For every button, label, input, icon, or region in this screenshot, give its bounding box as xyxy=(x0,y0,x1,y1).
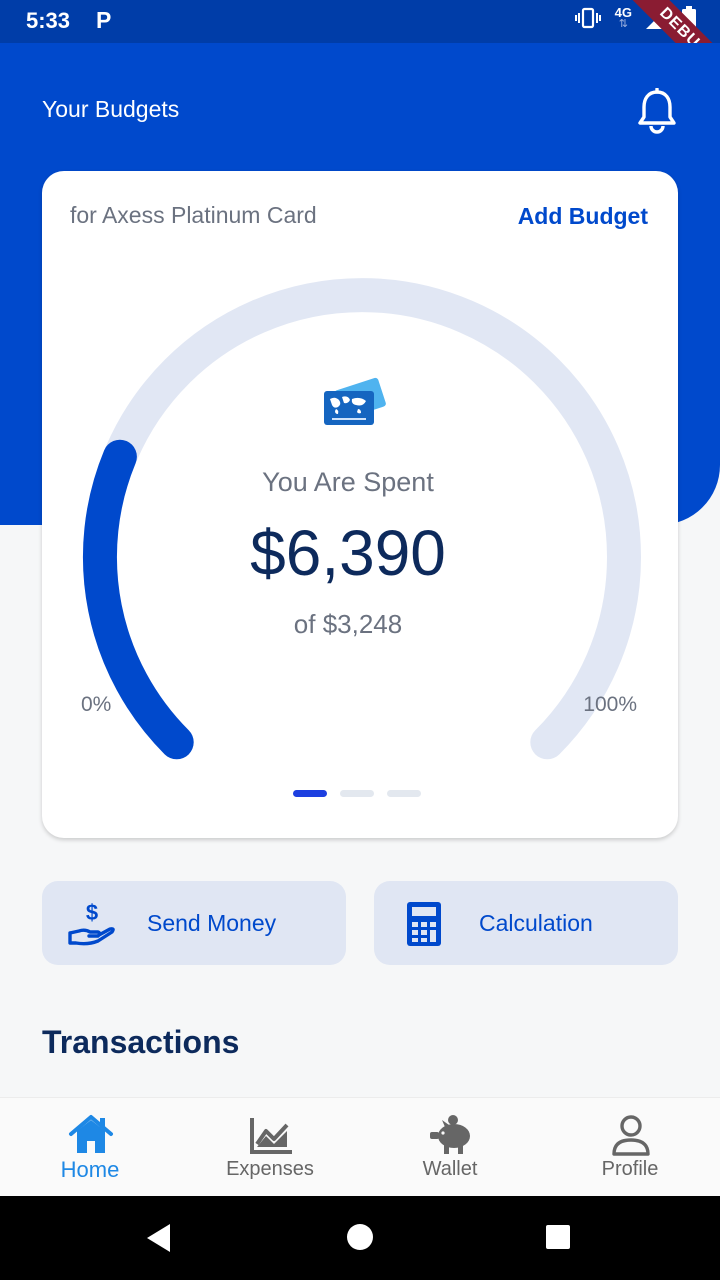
status-time: 5:33 xyxy=(26,8,71,33)
recents-icon[interactable] xyxy=(545,1224,571,1250)
nav-label-home: Home xyxy=(60,1157,120,1182)
nav-item-expenses[interactable]: Expenses xyxy=(180,1098,360,1197)
notification-bell-icon[interactable] xyxy=(636,88,678,134)
svg-text:$: $ xyxy=(86,901,98,925)
piggy-bank-icon xyxy=(430,1115,470,1154)
bottom-navigation: Home Expenses Wallet Profile xyxy=(0,1097,720,1196)
calculation-label: Calculation xyxy=(479,910,593,936)
budget-gauge xyxy=(82,278,641,760)
nav-label-profile: Profile xyxy=(601,1158,659,1180)
spent-amount: $6,390 xyxy=(250,517,446,589)
gauge-max-label: 100% xyxy=(583,693,637,716)
nav-label-wallet: Wallet xyxy=(422,1158,478,1180)
page-dot[interactable] xyxy=(387,790,421,797)
back-icon[interactable] xyxy=(146,1223,172,1253)
person-icon xyxy=(612,1115,650,1156)
gauge-min-label: 0% xyxy=(81,693,112,716)
calculation-button[interactable]: Calculation xyxy=(374,881,678,965)
system-navigation-bar xyxy=(0,1196,720,1280)
chart-icon xyxy=(250,1118,292,1154)
budget-total: of $3,248 xyxy=(293,609,403,639)
vibrate-icon xyxy=(574,7,601,29)
spent-label: You Are Spent xyxy=(262,467,434,497)
hand-dollar-icon: $ xyxy=(68,901,115,946)
nav-item-wallet[interactable]: Wallet xyxy=(360,1098,540,1197)
calculator-icon xyxy=(407,902,441,946)
nav-item-profile[interactable]: Profile xyxy=(540,1098,720,1197)
send-money-button[interactable]: $ Send Money xyxy=(42,881,346,965)
data-arrows-icon: ⇅ xyxy=(618,18,628,30)
page-indicator xyxy=(293,790,421,797)
home-icon xyxy=(69,1115,113,1153)
send-money-label: Send Money xyxy=(147,910,277,936)
home-circle-icon[interactable] xyxy=(346,1223,374,1251)
gauge-progress xyxy=(82,439,194,760)
transactions-heading: Transactions xyxy=(42,1024,240,1060)
page-dot[interactable] xyxy=(340,790,374,797)
page-dot-active[interactable] xyxy=(293,790,327,797)
page-title: Your Budgets xyxy=(42,96,180,122)
app-notification-icon: P xyxy=(96,7,112,33)
nav-label-expenses: Expenses xyxy=(226,1158,314,1180)
credit-cards-icon xyxy=(324,377,386,425)
budget-card[interactable]: for Axess Platinum Card Add Budget You A… xyxy=(42,171,678,838)
nav-item-home[interactable]: Home xyxy=(0,1098,180,1197)
status-bar: 5:33 P 4G ⇅ DEBUG xyxy=(0,0,720,99)
